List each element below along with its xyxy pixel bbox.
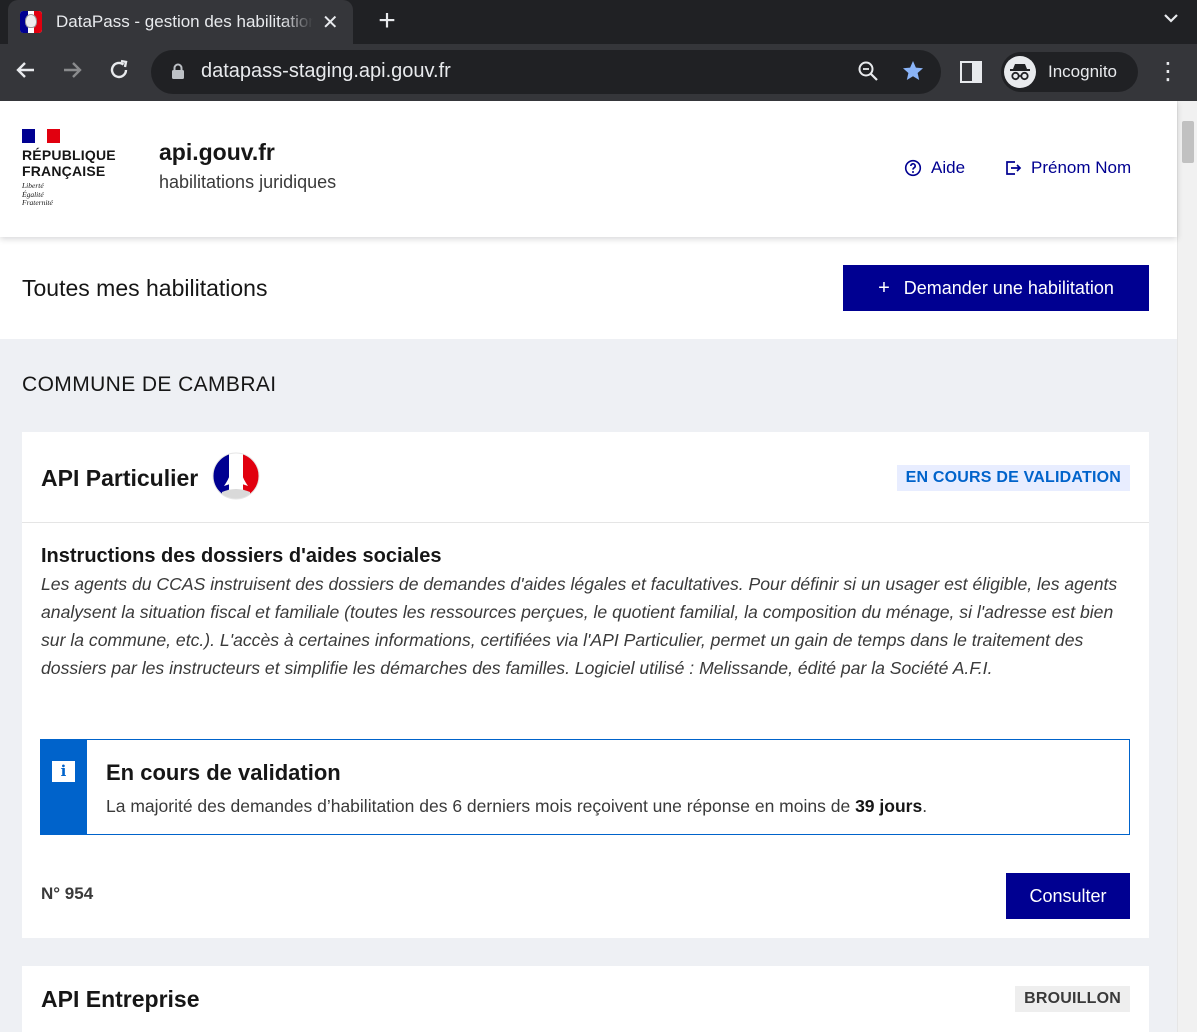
- motto: Liberté Égalité Fraternité: [22, 181, 53, 207]
- consult-button[interactable]: Consulter: [1006, 873, 1130, 919]
- page-title: Toutes mes habilitations: [22, 275, 268, 301]
- bookmark-star-icon[interactable]: [901, 59, 925, 88]
- callout-text: La majorité des demandes d’habilitation …: [106, 796, 928, 816]
- tab-title: DataPass - gestion des habilitations: [56, 12, 314, 31]
- card-header: API Particulier EN COURS DE VALIDATION: [22, 432, 1149, 523]
- brand-line-2: FRANÇAISE: [22, 163, 106, 179]
- reload-icon[interactable]: [104, 58, 134, 89]
- side-panel-icon[interactable]: [960, 61, 982, 83]
- status-badge: BROUILLON: [1015, 986, 1130, 1012]
- new-tab-icon[interactable]: +: [372, 4, 402, 38]
- page-viewport: RÉPUBLIQUE FRANÇAISE Liberté Égalité Fra…: [0, 101, 1197, 1032]
- brand-line-1: RÉPUBLIQUE: [22, 147, 116, 163]
- user-name: Prénom Nom: [1031, 158, 1132, 177]
- service-tagline: habilitations juridiques: [159, 172, 337, 192]
- incognito-profile-button[interactable]: Incognito: [1001, 52, 1138, 92]
- back-arrow-icon[interactable]: [11, 58, 41, 89]
- incognito-icon: [1004, 56, 1036, 88]
- status-badge: EN COURS DE VALIDATION: [896, 465, 1130, 491]
- scrollbar-thumb[interactable]: [1182, 121, 1194, 163]
- question-circle-icon: [904, 159, 922, 177]
- close-tab-icon[interactable]: ✕: [319, 10, 341, 35]
- marianne-flag-icon: [22, 129, 61, 143]
- browser-tab[interactable]: DataPass - gestion des habilitations ✕: [8, 0, 353, 44]
- authorization-card: API Particulier EN COURS DE VALIDATION I…: [22, 432, 1149, 938]
- url-text: datapass-staging.api.gouv.fr: [201, 60, 451, 82]
- request-authorization-label: Demander une habilitation: [903, 277, 1114, 298]
- forward-arrow-icon[interactable]: [57, 58, 87, 89]
- logout-icon: [1006, 161, 1022, 175]
- lock-icon: [172, 63, 184, 79]
- site-header: RÉPUBLIQUE FRANÇAISE Liberté Égalité Fra…: [0, 101, 1177, 237]
- more-menu-icon[interactable]: ⋮: [1156, 57, 1180, 87]
- service-title[interactable]: api.gouv.fr: [159, 139, 275, 166]
- api-particulier-logo-icon: [212, 452, 260, 500]
- info-callout: i En cours de validation La majorité des…: [40, 739, 1130, 835]
- card-description: Les agents du CCAS instruisent des dossi…: [41, 574, 1118, 678]
- chevron-down-icon[interactable]: [1163, 10, 1179, 31]
- response-delay: 39 jours: [855, 796, 923, 816]
- request-number: N° 954: [41, 884, 94, 903]
- card-api-name: API Particulier: [41, 465, 199, 491]
- authorization-card: API Entreprise BROUILLON: [22, 966, 1149, 1032]
- plus-icon: +: [878, 276, 890, 299]
- help-link[interactable]: Aide: [904, 158, 965, 178]
- card-api-name: API Entreprise: [41, 986, 200, 1012]
- info-icon: i: [52, 761, 75, 782]
- page-scrollbar[interactable]: [1177, 101, 1197, 1032]
- card-subtitle: Instructions des dossiers d'aides social…: [41, 545, 442, 567]
- callout-title: En cours de validation: [106, 760, 341, 785]
- zoom-icon[interactable]: [857, 60, 879, 87]
- address-bar[interactable]: datapass-staging.api.gouv.fr: [151, 50, 941, 94]
- marianne-favicon-icon: [20, 11, 42, 33]
- browser-toolbar: datapass-staging.api.gouv.fr Incognito ⋮: [0, 44, 1197, 101]
- organization-title: COMMUNE DE CAMBRAI: [22, 373, 277, 396]
- browser-tabbar: DataPass - gestion des habilitations ✕ +: [0, 0, 1197, 44]
- callout-accent-bar: i: [40, 739, 87, 835]
- page-title-bar: Toutes mes habilitations + Demander une …: [0, 237, 1177, 339]
- request-authorization-button[interactable]: + Demander une habilitation: [843, 265, 1149, 311]
- republique-francaise-logo[interactable]: RÉPUBLIQUE FRANÇAISE Liberté Égalité Fra…: [22, 129, 116, 208]
- incognito-label: Incognito: [1048, 62, 1117, 81]
- help-label: Aide: [931, 158, 966, 177]
- user-account-link[interactable]: Prénom Nom: [1004, 158, 1131, 178]
